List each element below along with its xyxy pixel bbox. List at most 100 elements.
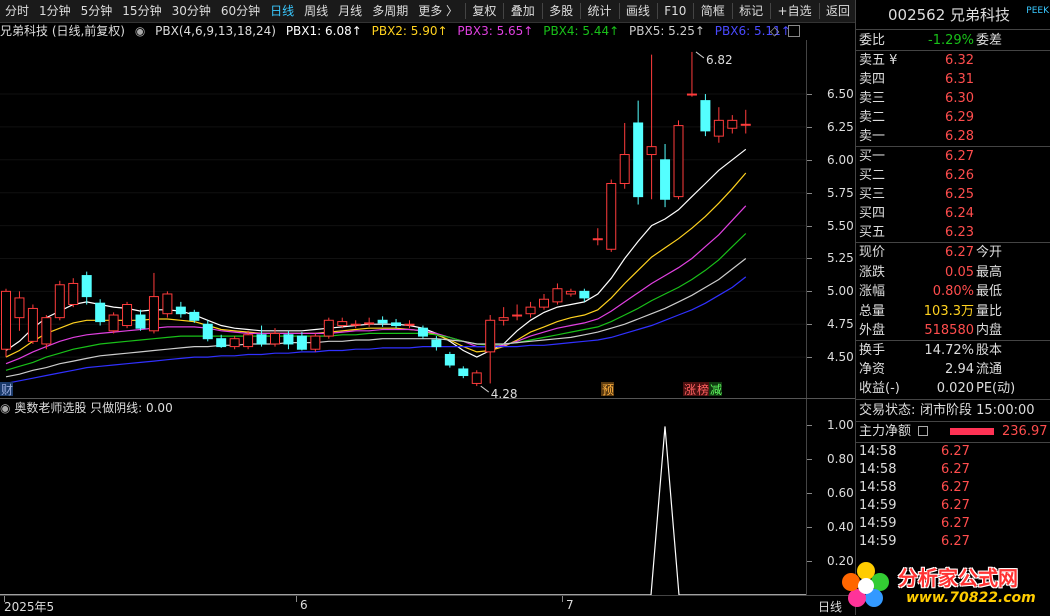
candle[interactable]	[149, 273, 158, 334]
window-toggle-icon[interactable]	[788, 25, 800, 37]
ask-row: 卖五 ¥6.32	[856, 51, 1050, 70]
high-price-label: 6.82	[706, 53, 733, 67]
period-tab-7[interactable]: 周线	[299, 0, 333, 22]
toolbar-button-7[interactable]: 标记	[734, 0, 768, 22]
candle[interactable]	[69, 278, 78, 307]
candle[interactable]	[593, 228, 602, 245]
toolbar-button-1[interactable]: 叠加	[506, 0, 540, 22]
candle[interactable]	[297, 332, 306, 350]
candle[interactable]	[405, 320, 414, 328]
candle[interactable]	[311, 333, 320, 351]
marker-zhang[interactable]: 涨	[684, 382, 696, 397]
candle[interactable]	[526, 302, 535, 318]
period-tab-4[interactable]: 30分钟	[167, 0, 216, 22]
indicator-toggle-icon[interactable]: ◉	[135, 24, 145, 38]
candle[interactable]	[445, 352, 454, 368]
period-tab-5[interactable]: 60分钟	[216, 0, 265, 22]
period-tab-0[interactable]: 分时	[0, 0, 34, 22]
candle[interactable]	[620, 123, 629, 189]
candle[interactable]	[634, 101, 643, 205]
candle[interactable]	[674, 120, 683, 199]
candle[interactable]	[257, 326, 266, 347]
candle[interactable]	[2, 289, 11, 357]
candle[interactable]	[566, 289, 575, 297]
candle[interactable]	[28, 305, 37, 344]
candle[interactable]	[486, 315, 495, 383]
toolbar-button-5[interactable]: F10	[659, 0, 691, 22]
candle[interactable]	[136, 310, 145, 331]
candle[interactable]	[42, 315, 51, 349]
toolbar-button-0[interactable]: 复权	[467, 0, 501, 22]
marker-jian[interactable]: 减	[710, 383, 722, 397]
candle-body	[271, 333, 280, 344]
candle[interactable]	[123, 302, 132, 328]
candle-body	[82, 276, 91, 297]
quote-panel: 002562 兄弟科技 PEEK 委比 -1.29% 委差 交易状态: 闭市阶段…	[855, 0, 1050, 615]
candle[interactable]	[728, 115, 737, 133]
candle[interactable]	[513, 305, 522, 321]
candle-body	[741, 124, 750, 125]
toolbar-button-8[interactable]: +自选	[773, 0, 817, 22]
candle[interactable]	[82, 272, 91, 305]
weibi-label: 委比	[859, 31, 885, 50]
net-flow-row[interactable]: 主力净额 236.97	[856, 422, 1050, 441]
toolbar-button-9[interactable]: 返回	[821, 0, 855, 22]
candle[interactable]	[15, 291, 24, 330]
candle[interactable]	[661, 144, 670, 207]
period-tab-3[interactable]: 15分钟	[117, 0, 166, 22]
candle[interactable]	[714, 107, 723, 143]
marker-yu[interactable]: 预	[602, 383, 614, 397]
candle[interactable]	[378, 316, 387, 327]
candlestick-chart[interactable]: 6.82 4.28 财 预 涨榜减	[0, 40, 806, 398]
period-tab-2[interactable]: 5分钟	[76, 0, 118, 22]
toolbar-button-4[interactable]: 画线	[621, 0, 655, 22]
period-tab-1[interactable]: 1分钟	[34, 0, 76, 22]
toolbar-button-2[interactable]: 多股	[544, 0, 578, 22]
candle[interactable]	[365, 318, 374, 327]
candle[interactable]	[324, 318, 333, 339]
expand-diamond-icon[interactable]: ◇	[770, 24, 779, 38]
candle[interactable]	[741, 110, 750, 134]
signal-chart[interactable]	[0, 417, 806, 595]
candle[interactable]	[163, 291, 172, 317]
candle-body	[28, 308, 37, 341]
price-tick-label: 6.25	[827, 120, 854, 134]
candle[interactable]	[540, 294, 549, 310]
sub-indicator-title[interactable]: 奥数老师选股 只做阴线: 0.00	[14, 401, 172, 415]
period-tab-10[interactable]: 更多 〉	[413, 0, 463, 22]
candle[interactable]	[701, 94, 710, 136]
candle[interactable]	[499, 307, 508, 325]
quote-extra-label: 最高	[976, 263, 1002, 282]
marker-cai[interactable]: 财	[1, 383, 13, 397]
list-icon[interactable]	[918, 426, 928, 436]
candle[interactable]	[392, 319, 401, 328]
net-flow-bar	[950, 428, 994, 435]
candle[interactable]	[230, 336, 239, 349]
candle[interactable]	[553, 283, 562, 304]
period-tab-9[interactable]: 多周期	[367, 0, 413, 22]
candle[interactable]	[472, 370, 481, 386]
candle-body	[593, 239, 602, 240]
candle[interactable]	[96, 299, 105, 325]
marker-bang[interactable]: 榜	[697, 382, 709, 397]
candle-body	[109, 315, 118, 331]
candle[interactable]	[55, 281, 64, 320]
period-tab-8[interactable]: 月线	[333, 0, 367, 22]
candle[interactable]	[351, 320, 360, 328]
candle[interactable]	[687, 52, 696, 97]
candle[interactable]	[109, 312, 118, 333]
candle-body	[149, 297, 158, 331]
candle[interactable]	[607, 180, 616, 252]
candle[interactable]	[217, 335, 226, 348]
low-price-label: 4.28	[491, 387, 518, 398]
period-tab-6[interactable]: 日线	[265, 0, 299, 22]
toolbar-button-3[interactable]: 统计	[583, 0, 617, 22]
toolbar-button-6[interactable]: 简框	[696, 0, 730, 22]
candle[interactable]	[176, 302, 185, 318]
weibi-row: 委比 -1.29% 委差	[856, 31, 1050, 50]
sub-indicator-toggle-icon[interactable]: ◉	[0, 401, 10, 415]
candle[interactable]	[459, 366, 468, 378]
candle[interactable]	[203, 320, 212, 341]
price-tick-mark	[807, 291, 812, 292]
indicator-name[interactable]: PBX(4,6,9,13,18,24)	[155, 24, 276, 38]
